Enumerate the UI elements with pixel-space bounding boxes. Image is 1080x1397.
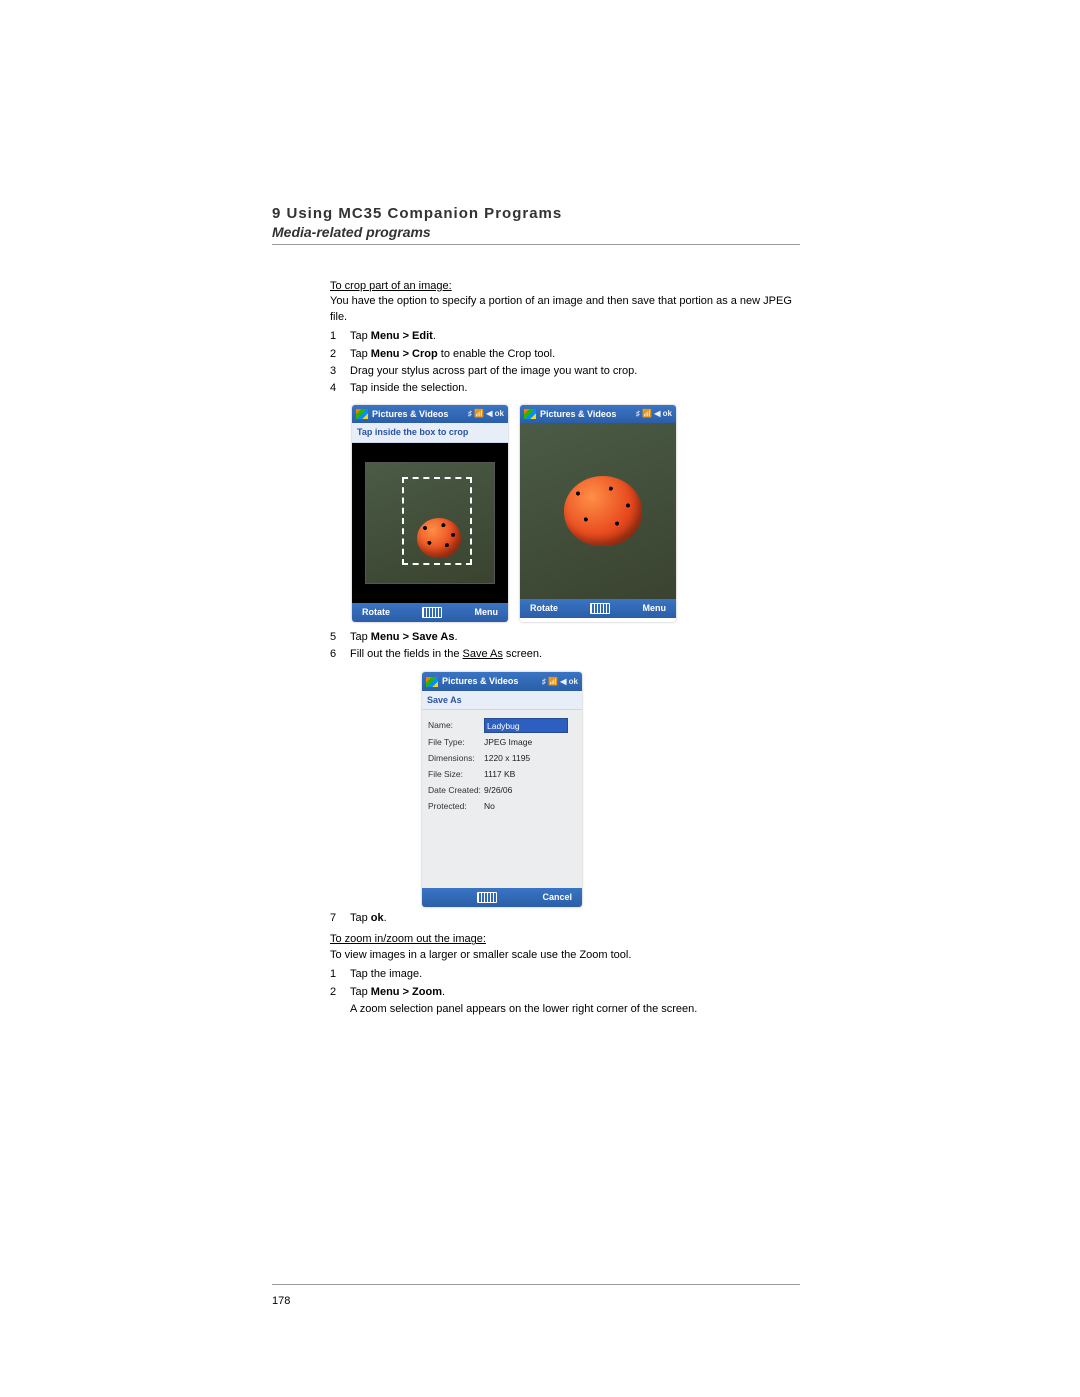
device-result: Pictures & Videos ♯ 📶 ◀ ok Rotate Menu — [520, 405, 676, 622]
step-1: 1 Tap Menu > Edit. — [330, 329, 800, 344]
field-name: Name: — [428, 718, 576, 733]
chapter-heading: 9 Using MC35 Companion Programs — [272, 205, 800, 222]
crop-heading: To crop part of an image: — [330, 279, 800, 294]
menu-button[interactable]: Menu — [642, 602, 666, 615]
device-crop: Pictures & Videos ♯ 📶 ◀ ok Tap inside th… — [352, 405, 508, 622]
zoom-heading: To zoom in/zoom out the image: — [330, 932, 800, 947]
keyboard-icon[interactable] — [590, 603, 610, 614]
saveas-body: Name: File Type: JPEG Image Dimensions: … — [422, 710, 582, 888]
crop-steps-2: 5 Tap Menu > Save As. 6 Fill out the fie… — [330, 630, 800, 663]
device-titlebar: Pictures & Videos ♯ 📶 ◀ ok — [520, 405, 676, 424]
saveas-wrap: Pictures & Videos ♯ 📶 ◀ ok Save As Name:… — [422, 672, 800, 907]
crop-intro: You have the option to specify a portion… — [330, 294, 800, 325]
saveas-title: Save As — [422, 691, 582, 711]
rotate-button[interactable]: Rotate — [530, 602, 558, 615]
keyboard-icon[interactable] — [422, 607, 442, 618]
device-titlebar: Pictures & Videos ♯ 📶 ◀ ok — [352, 405, 508, 424]
manual-page: 9 Using MC35 Companion Programs Media-re… — [0, 0, 1080, 1397]
field-size: File Size: 1117 KB — [428, 769, 576, 781]
zoom-step-1: 1 Tap the image. — [330, 967, 800, 982]
cancel-button[interactable]: Cancel — [542, 891, 572, 904]
step-4: 4 Tap inside the selection. — [330, 381, 800, 396]
zoom-note: A zoom selection panel appears on the lo… — [350, 1002, 800, 1017]
result-canvas — [520, 423, 676, 599]
step-2: 2 Tap Menu > Crop to enable the Crop too… — [330, 347, 800, 362]
zoom-step-2: 2 Tap Menu > Zoom. — [330, 985, 800, 1000]
name-input[interactable] — [484, 718, 568, 733]
crop-canvas — [352, 443, 508, 603]
rotate-button[interactable]: Rotate — [362, 606, 390, 619]
crop-rectangle — [402, 477, 473, 565]
section-heading: Media-related programs — [272, 224, 800, 240]
device-footer: Rotate Menu — [352, 603, 508, 622]
page-number: 178 — [272, 1295, 290, 1307]
zoom-intro: To view images in a larger or smaller sc… — [330, 948, 800, 963]
ladybug-icon — [564, 476, 642, 546]
saveas-footer: Cancel — [422, 888, 582, 907]
step-3: 3 Drag your stylus across part of the im… — [330, 364, 800, 379]
footer-divider — [272, 1284, 800, 1285]
step-6: 6 Fill out the fields in the Save As scr… — [330, 647, 800, 662]
windows-logo-icon — [524, 409, 536, 419]
body: To crop part of an image: You have the o… — [330, 279, 800, 1017]
crop-image — [365, 462, 495, 584]
crop-steps-3: 7 Tap ok. — [330, 911, 800, 926]
windows-logo-icon — [426, 677, 438, 687]
step-7: 7 Tap ok. — [330, 911, 800, 926]
field-type: File Type: JPEG Image — [428, 737, 576, 749]
zoom-steps: 1 Tap the image. 2 Tap Menu > Zoom. — [330, 967, 800, 1000]
device-titlebar: Pictures & Videos ♯ 📶 ◀ ok — [422, 672, 582, 691]
result-image — [520, 423, 676, 599]
crop-message: Tap inside the box to crop — [352, 423, 508, 443]
divider — [272, 244, 800, 245]
windows-logo-icon — [356, 409, 368, 419]
step-5: 5 Tap Menu > Save As. — [330, 630, 800, 645]
field-protected: Protected: No — [428, 801, 576, 813]
menu-button[interactable]: Menu — [474, 606, 498, 619]
field-dimensions: Dimensions: 1220 x 1195 — [428, 753, 576, 765]
keyboard-icon[interactable] — [477, 892, 497, 903]
device-footer: Rotate Menu — [520, 599, 676, 618]
crop-steps-1: 1 Tap Menu > Edit. 2 Tap Menu > Crop to … — [330, 329, 800, 397]
device-row: Pictures & Videos ♯ 📶 ◀ ok Tap inside th… — [352, 405, 800, 622]
field-date: Date Created: 9/26/06 — [428, 785, 576, 797]
device-saveas: Pictures & Videos ♯ 📶 ◀ ok Save As Name:… — [422, 672, 582, 907]
